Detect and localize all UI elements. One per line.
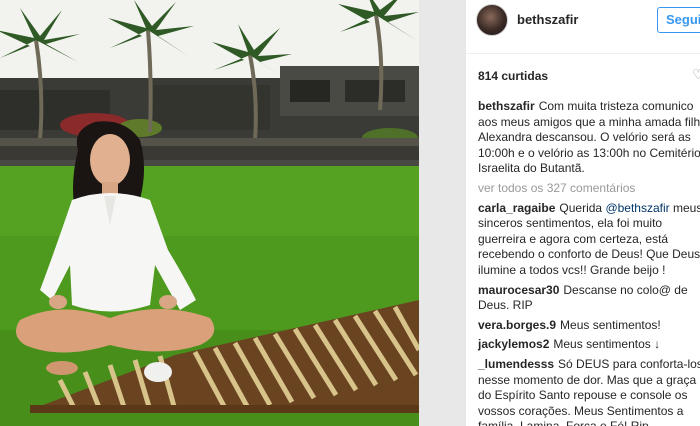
comment-text: Meus sentimentos ↓ <box>553 337 661 352</box>
comment-author[interactable]: jackylemos2 <box>478 337 549 351</box>
mention-link[interactable]: @bethszafir <box>605 201 669 215</box>
comment-author[interactable]: _lumendesss <box>478 357 554 371</box>
list-item: vera.borges.9 Meus sentimentos! <box>478 318 700 334</box>
list-item: jackylemos2 Meus sentimentos ↓ <box>478 337 700 353</box>
photo-scene <box>0 0 419 426</box>
comment-text: Meus sentimentos! <box>560 317 661 332</box>
caption: bethszafir Com muita tristeza comunico ao… <box>478 99 700 177</box>
post-sidebar: bethszafir Seguir 814 curtidas ♡ bethsza… <box>466 0 700 426</box>
comment-author[interactable]: bethszafir <box>478 99 535 113</box>
comments-list: bethszafir Com muita tristeza comunico ao… <box>478 99 700 426</box>
avatar[interactable] <box>476 4 508 36</box>
username-link[interactable]: bethszafir <box>517 12 578 27</box>
view-all-comments-link[interactable]: ver todos os 327 comentários <box>478 181 700 197</box>
post-header: bethszafir Seguir <box>466 0 700 40</box>
header-divider <box>466 53 700 54</box>
list-item: maurocesar30 Descanse no colo@ de Deus. R… <box>478 283 700 314</box>
comment-author[interactable]: vera.borges.9 <box>478 318 556 332</box>
comment-author[interactable]: carla_ragaibe <box>478 201 555 215</box>
comment-author[interactable]: maurocesar30 <box>478 283 559 297</box>
likes-count[interactable]: 814 curtidas <box>478 69 548 83</box>
post-photo[interactable] <box>0 0 419 426</box>
comment-prefix: Querida <box>559 200 603 215</box>
heart-icon[interactable]: ♡ <box>692 66 700 83</box>
follow-button[interactable]: Seguir <box>657 7 700 33</box>
list-item: carla_ragaibe Querida @bethszafir meus si… <box>478 201 700 279</box>
list-item: _lumendesss Só DEUS para conforta-los nes… <box>478 357 700 426</box>
